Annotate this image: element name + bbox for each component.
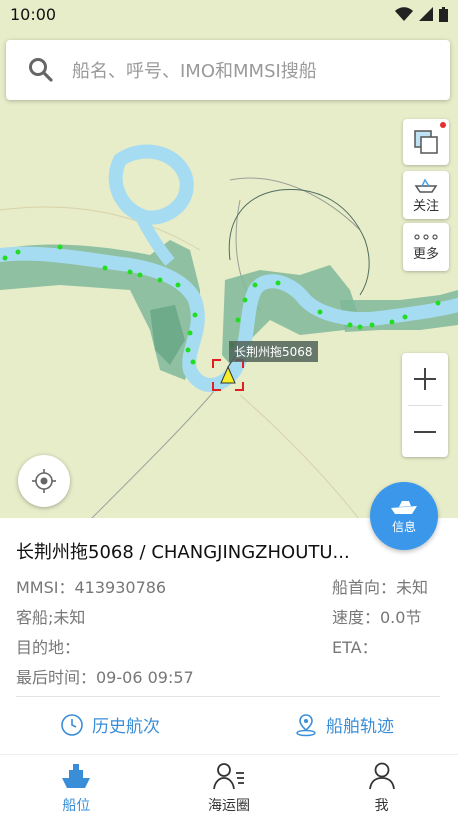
bottom-tab-bar: 船位 海运圈 我 xyxy=(0,754,458,820)
panel-divider xyxy=(16,696,440,697)
battery-icon xyxy=(439,6,448,22)
layers-button[interactable] xyxy=(403,119,449,165)
layers-icon xyxy=(414,130,438,154)
tab-shipping-circle-label: 海运圈 xyxy=(208,797,250,814)
ship-speed: 速度：0.0节 xyxy=(332,608,422,627)
ship-eta: ETA： xyxy=(332,638,378,657)
status-bar: 10:00 xyxy=(0,0,458,28)
ship-follow-icon xyxy=(414,178,438,193)
ship-heading: 船首向：未知 xyxy=(332,578,429,597)
tab-shipping-circle[interactable]: 海运圈 xyxy=(153,755,306,820)
ship-last-time: 最后时间：09-06 09:57 xyxy=(16,668,194,687)
ship-destination: 目的地： xyxy=(16,638,81,657)
signal-icon xyxy=(419,7,433,21)
ship-track-button[interactable]: 船舶轨迹 xyxy=(294,712,394,737)
track-pin-icon xyxy=(296,713,316,736)
tab-me-label: 我 xyxy=(374,797,389,814)
tab-ship-position[interactable]: 船位 xyxy=(0,755,153,820)
tab-ship-position-label: 船位 xyxy=(62,797,91,814)
more-button[interactable]: 更多 xyxy=(403,223,449,271)
more-dots-icon xyxy=(414,234,438,240)
people-list-icon xyxy=(213,762,244,789)
minus-icon xyxy=(414,431,436,433)
follow-label: 关注 xyxy=(412,199,439,214)
ship-icon xyxy=(62,763,91,788)
ship-track-label: 船舶轨迹 xyxy=(326,717,394,737)
search-icon xyxy=(29,58,53,82)
ship-mmsi: MMSI：413930786 xyxy=(16,578,167,597)
zoom-control xyxy=(402,353,448,457)
follow-button[interactable]: 关注 xyxy=(403,171,449,219)
wifi-icon xyxy=(395,7,413,21)
crosshair-icon xyxy=(32,469,56,493)
history-voyage-button[interactable]: 历史航次 xyxy=(60,712,160,737)
status-icons xyxy=(395,6,448,22)
info-label: 信息 xyxy=(391,519,416,534)
search-bar[interactable]: 船名、呼号、IMO和MMSI搜船 xyxy=(6,40,450,100)
user-icon xyxy=(368,762,395,789)
tab-me[interactable]: 我 xyxy=(305,755,458,820)
ship-info-panel: 长荆州拖5068 / CHANGJINGZHOUTU... MMSI：41393… xyxy=(0,518,458,754)
info-button[interactable]: 信息 xyxy=(370,482,438,550)
plus-icon xyxy=(414,368,436,390)
zoom-in-button[interactable] xyxy=(402,353,448,405)
clock-icon xyxy=(61,713,83,736)
ship-info-icon xyxy=(391,500,417,514)
search-placeholder: 船名、呼号、IMO和MMSI搜船 xyxy=(72,61,317,82)
zoom-out-button[interactable] xyxy=(402,406,448,458)
ship-map-label[interactable]: 长荆州拖5068 xyxy=(229,341,318,362)
history-voyage-label: 历史航次 xyxy=(92,717,160,737)
more-label: 更多 xyxy=(412,247,439,262)
ship-type: 客船;未知 xyxy=(16,608,86,627)
status-time: 10:00 xyxy=(10,4,57,24)
locate-button[interactable] xyxy=(18,455,70,507)
ship-title: 长荆州拖5068 / CHANGJINGZHOUTU... xyxy=(16,542,350,563)
notification-dot xyxy=(440,122,446,128)
